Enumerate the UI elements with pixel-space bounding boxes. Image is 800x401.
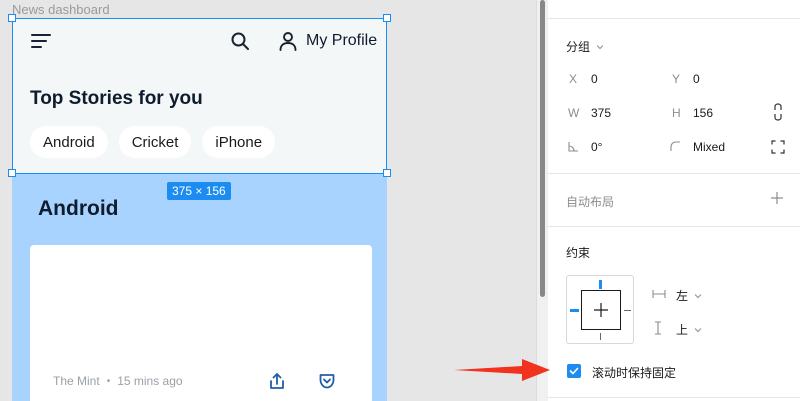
meta-separator: •	[106, 375, 111, 387]
user-icon	[279, 32, 297, 51]
plus-icon	[594, 303, 608, 317]
constraint-inner-box	[581, 290, 621, 330]
story-meta: The Mint • 15 mins ago	[53, 374, 183, 388]
h-input[interactable]: 156	[693, 106, 753, 120]
chevron-down-icon	[596, 44, 604, 49]
constraint-right[interactable]	[624, 310, 631, 311]
topic-chips: Android Cricket iPhone	[30, 126, 276, 158]
auto-layout-title: 自动布局	[566, 195, 615, 209]
constraint-bottom[interactable]	[600, 333, 601, 340]
chip-android[interactable]: Android	[30, 126, 108, 158]
resize-handle-bottom-right[interactable]	[383, 169, 391, 177]
share-icon[interactable]	[267, 371, 287, 391]
story-card[interactable]: The Mint • 15 mins ago	[30, 245, 372, 401]
add-auto-layout-icon[interactable]	[770, 191, 784, 205]
divider	[548, 173, 800, 174]
fix-on-scroll-checkbox[interactable]	[567, 364, 581, 378]
story-time: 15 mins ago	[117, 374, 183, 388]
divider	[548, 226, 800, 227]
chip-cricket[interactable]: Cricket	[118, 126, 192, 158]
horizontal-constraint-select[interactable]: 左	[676, 287, 702, 304]
vertical-constraint-value: 上	[676, 323, 689, 337]
horizontal-constraint-icon	[652, 290, 666, 298]
chevron-down-icon	[694, 293, 702, 298]
fix-on-scroll-label[interactable]: 滚动时保持固定	[592, 364, 676, 381]
x-label: X	[569, 72, 578, 86]
size-badge: 375 × 156	[167, 182, 231, 200]
vertical-constraint-select[interactable]: 上	[676, 321, 702, 338]
vertical-constraint-icon	[655, 321, 661, 335]
independent-corners-icon[interactable]	[771, 140, 785, 154]
corner-radius-icon	[670, 141, 680, 151]
design-canvas[interactable]: News dashboard Android The Mint • 15 min…	[0, 0, 536, 401]
properties-panel: 分组 X 0 Y 0 W 375 H 156 0° Mixed 自动布局 约束	[548, 0, 800, 401]
scrollbar-thumb[interactable]	[540, 0, 545, 297]
horizontal-constraint-value: 左	[676, 289, 689, 303]
search-icon[interactable]	[229, 30, 251, 52]
resize-handle-top-left[interactable]	[8, 14, 16, 22]
h-label: H	[672, 106, 681, 120]
w-label: W	[568, 106, 580, 120]
checkmark-icon	[569, 367, 579, 375]
rotation-icon	[568, 142, 578, 152]
chevron-down-icon	[694, 327, 702, 332]
header-title: Top Stories for you	[30, 88, 203, 109]
story-source: The Mint	[53, 374, 100, 388]
pocket-save-icon[interactable]	[317, 371, 337, 391]
profile-button[interactable]: My Profile	[277, 30, 377, 52]
canvas-scrollbar[interactable]	[536, 0, 548, 401]
corner-radius-input[interactable]: Mixed	[693, 140, 763, 154]
constraint-left-active[interactable]	[570, 309, 579, 312]
selected-header-frame[interactable]: My Profile Top Stories for you Android C…	[12, 18, 387, 174]
android-section[interactable]: Android The Mint • 15 mins ago	[12, 173, 387, 401]
group-dropdown[interactable]: 分组	[566, 38, 604, 55]
constraint-widget[interactable]	[566, 275, 634, 344]
constrain-proportions-icon[interactable]	[773, 103, 783, 121]
x-input[interactable]: 0	[591, 72, 651, 86]
y-input[interactable]: 0	[693, 72, 753, 86]
y-label: Y	[672, 72, 681, 86]
constraints-title: 约束	[566, 246, 591, 260]
constraint-top-active[interactable]	[599, 280, 602, 289]
frame-name-label[interactable]: News dashboard	[12, 2, 110, 17]
menu-icon[interactable]	[30, 32, 52, 50]
annotation-arrow-icon	[454, 359, 550, 381]
w-input[interactable]: 375	[591, 106, 651, 120]
divider	[548, 397, 800, 398]
chip-iphone[interactable]: iPhone	[202, 126, 276, 158]
section-title: Android	[38, 197, 119, 220]
rotation-input[interactable]: 0°	[591, 140, 651, 154]
resize-handle-top-right[interactable]	[383, 14, 391, 22]
divider	[548, 18, 800, 19]
resize-handle-bottom-left[interactable]	[8, 169, 16, 177]
group-title: 分组	[566, 40, 591, 54]
profile-label: My Profile	[306, 32, 378, 49]
